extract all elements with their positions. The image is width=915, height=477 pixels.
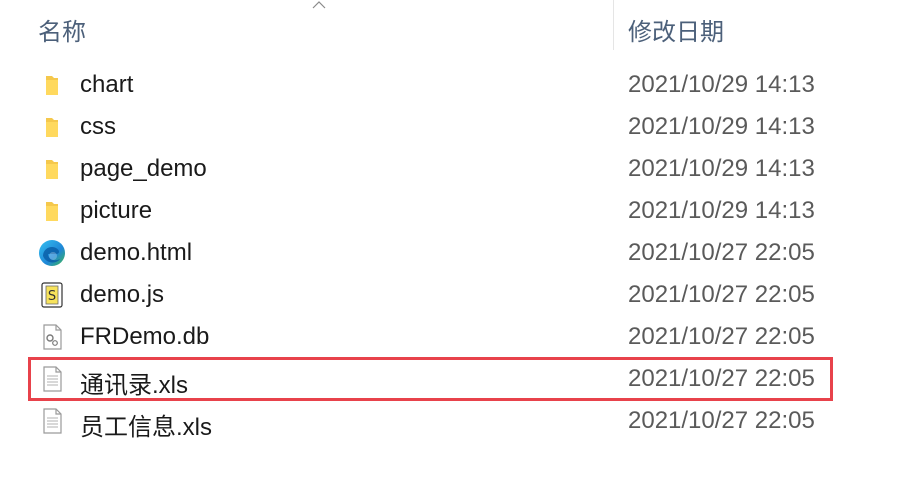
file-date-modified: 2021/10/29 14:13 bbox=[628, 113, 815, 140]
database-file-icon bbox=[43, 324, 62, 350]
folder-icon bbox=[46, 202, 58, 221]
file-name: chart bbox=[80, 71, 134, 98]
svg-text:S: S bbox=[48, 289, 56, 304]
sort-ascending-icon[interactable] bbox=[312, 0, 326, 10]
file-row[interactable]: demo.html 2021/10/27 22:05 bbox=[0, 232, 915, 274]
column-divider[interactable] bbox=[613, 0, 614, 50]
file-row[interactable]: chart 2021/10/29 14:13 bbox=[0, 64, 915, 106]
file-name: 员工信息.xls bbox=[80, 414, 212, 441]
column-header-date-modified[interactable]: 修改日期 bbox=[628, 12, 724, 47]
file-row[interactable]: css 2021/10/29 14:13 bbox=[0, 106, 915, 148]
folder-icon bbox=[46, 160, 58, 179]
file-date-modified: 2021/10/27 22:05 bbox=[628, 407, 815, 434]
file-date-modified: 2021/10/29 14:13 bbox=[628, 197, 815, 224]
file-row[interactable]: page_demo 2021/10/29 14:13 bbox=[0, 148, 915, 190]
file-name: css bbox=[80, 113, 116, 140]
column-header-bar: 名称 修改日期 bbox=[0, 0, 915, 50]
file-name: demo.html bbox=[80, 239, 193, 266]
file-name: demo.js bbox=[80, 281, 165, 308]
column-header-name[interactable]: 名称 bbox=[38, 12, 86, 47]
folder-icon bbox=[46, 76, 58, 95]
file-date-modified: 2021/10/27 22:05 bbox=[628, 239, 815, 266]
file-date-modified: 2021/10/29 14:13 bbox=[628, 71, 815, 98]
file-name: picture bbox=[80, 197, 153, 224]
javascript-file-icon: S bbox=[41, 282, 63, 308]
file-date-modified: 2021/10/29 14:13 bbox=[628, 155, 815, 182]
document-file-icon bbox=[43, 408, 62, 434]
file-date-modified: 2021/10/27 22:05 bbox=[628, 281, 815, 308]
file-row[interactable]: S demo.js 2021/10/27 22:05 bbox=[0, 274, 915, 316]
highlight-box bbox=[28, 357, 833, 401]
folder-icon bbox=[46, 118, 58, 137]
file-row[interactable]: FRDemo.db 2021/10/27 22:05 bbox=[0, 316, 915, 358]
file-row[interactable]: 员工信息.xls 2021/10/27 22:05 bbox=[0, 400, 915, 442]
edge-browser-icon bbox=[39, 240, 65, 266]
file-date-modified: 2021/10/27 22:05 bbox=[628, 323, 815, 350]
file-name: page_demo bbox=[80, 155, 207, 182]
file-row[interactable]: picture 2021/10/29 14:13 bbox=[0, 190, 915, 232]
file-name: FRDemo.db bbox=[80, 323, 210, 350]
